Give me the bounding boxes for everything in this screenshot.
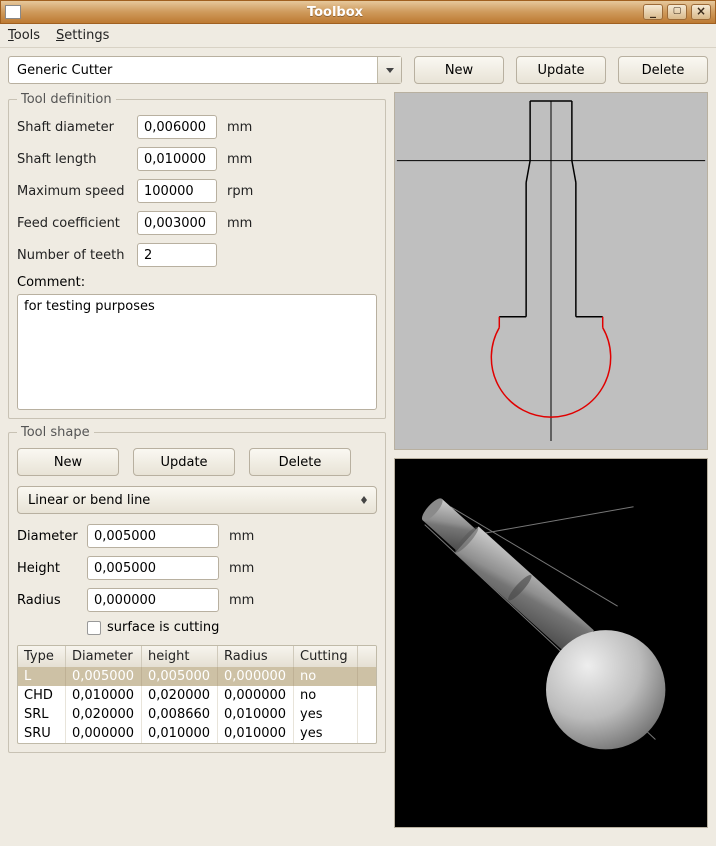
delete-shape-button[interactable]: Delete [249, 448, 351, 476]
shape-height-label: Height [17, 561, 87, 576]
cell-radius: 0,010000 [218, 724, 294, 743]
cell-diameter: 0,020000 [66, 705, 142, 724]
shape-radius-label: Radius [17, 593, 87, 608]
table-row[interactable]: SRL0,0200000,0086600,010000yes [18, 705, 376, 724]
th-type[interactable]: Type [18, 646, 66, 667]
delete-tool-button[interactable]: Delete [618, 56, 708, 84]
menu-tools[interactable]: Tools [8, 28, 40, 43]
cell-radius: 0,010000 [218, 705, 294, 724]
unit-mm: mm [229, 561, 254, 576]
feed-coefficient-label: Feed coefficient [17, 216, 137, 231]
tool-selector-combo[interactable]: Generic Cutter [8, 56, 402, 84]
shape-type-value: Linear or bend line [28, 493, 356, 508]
cell-height: 0,010000 [142, 724, 218, 743]
new-shape-button[interactable]: New [17, 448, 119, 476]
teeth-input[interactable]: 2 [137, 243, 217, 267]
tool-definition-legend: Tool definition [17, 92, 116, 107]
cell-diameter: 0,000000 [66, 724, 142, 743]
tool-selector-value: Generic Cutter [9, 63, 377, 78]
titlebar: Toolbox _ ▢ × [0, 0, 716, 24]
cell-cutting: no [294, 686, 358, 705]
unit-mm: mm [229, 593, 254, 608]
shaft-length-label: Shaft length [17, 152, 137, 167]
unit-mm: mm [229, 529, 254, 544]
menu-settings[interactable]: Settings [56, 28, 109, 43]
unit-mm: mm [227, 152, 252, 167]
tool-shape-group: Tool shape New Update Delete Linear or b… [8, 425, 386, 753]
window-title: Toolbox [27, 5, 643, 20]
shape-radius-input[interactable]: 0,000000 [87, 588, 219, 612]
app-icon [5, 5, 21, 19]
th-height[interactable]: height [142, 646, 218, 667]
cell-type: SRL [18, 705, 66, 724]
cell-type: SRU [18, 724, 66, 743]
comment-label: Comment: [17, 275, 377, 290]
shape-diameter-label: Diameter [17, 529, 87, 544]
shaft-diameter-label: Shaft diameter [17, 120, 137, 135]
feed-coefficient-input[interactable]: 0,003000 [137, 211, 217, 235]
teeth-label: Number of teeth [17, 248, 137, 263]
cell-cutting: no [294, 667, 358, 686]
table-row[interactable]: CHD0,0100000,0200000,000000no [18, 686, 376, 705]
cell-radius: 0,000000 [218, 667, 294, 686]
th-cutting[interactable]: Cutting [294, 646, 358, 667]
max-speed-input[interactable]: 100000 [137, 179, 217, 203]
minimize-button[interactable]: _ [643, 4, 663, 20]
shape-height-input[interactable]: 0,005000 [87, 556, 219, 580]
menubar: Tools Settings [0, 24, 716, 48]
shape-type-select[interactable]: Linear or bend line [17, 486, 377, 514]
surface-cutting-checkbox[interactable] [87, 621, 101, 635]
cell-cutting: yes [294, 705, 358, 724]
cell-cutting: yes [294, 724, 358, 743]
cell-diameter: 0,005000 [66, 667, 142, 686]
cell-height: 0,020000 [142, 686, 218, 705]
cell-diameter: 0,010000 [66, 686, 142, 705]
tool-2d-preview [394, 92, 708, 450]
tool-shape-legend: Tool shape [17, 425, 94, 440]
table-row[interactable]: SRU0,0000000,0100000,010000yes [18, 724, 376, 743]
update-tool-button[interactable]: Update [516, 56, 606, 84]
surface-cutting-label: surface is cutting [107, 620, 219, 635]
cell-type: L [18, 667, 66, 686]
updown-icon [356, 496, 372, 504]
tool-3d-preview[interactable] [394, 458, 708, 828]
th-radius[interactable]: Radius [218, 646, 294, 667]
shape-diameter-input[interactable]: 0,005000 [87, 524, 219, 548]
unit-mm: mm [227, 216, 252, 231]
new-tool-button[interactable]: New [414, 56, 504, 84]
cell-radius: 0,000000 [218, 686, 294, 705]
comment-textarea[interactable]: for testing purposes [17, 294, 377, 410]
unit-rpm: rpm [227, 184, 253, 199]
shaft-length-input[interactable]: 0,010000 [137, 147, 217, 171]
chevron-down-icon [377, 57, 401, 83]
tool-definition-group: Tool definition Shaft diameter 0,006000 … [8, 92, 386, 419]
cell-height: 0,005000 [142, 667, 218, 686]
cell-height: 0,008660 [142, 705, 218, 724]
close-button[interactable]: × [691, 4, 711, 20]
shaft-diameter-input[interactable]: 0,006000 [137, 115, 217, 139]
shape-table: Type Diameter height Radius Cutting L0,0… [17, 645, 377, 744]
cell-type: CHD [18, 686, 66, 705]
unit-mm: mm [227, 120, 252, 135]
table-row[interactable]: L0,0050000,0050000,000000no [18, 667, 376, 686]
max-speed-label: Maximum speed [17, 184, 137, 199]
update-shape-button[interactable]: Update [133, 448, 235, 476]
th-diameter[interactable]: Diameter [66, 646, 142, 667]
maximize-button[interactable]: ▢ [667, 4, 687, 20]
